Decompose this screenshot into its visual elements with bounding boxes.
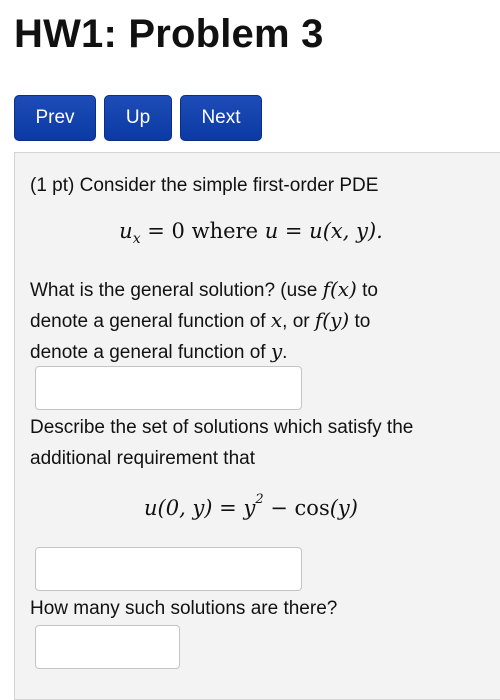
pde-lhs-subscript: x xyxy=(132,231,141,248)
answer-3-input[interactable] xyxy=(35,625,180,669)
question-2-line-1: Describe the set of solutions which sati… xyxy=(30,417,414,438)
q1-text-c: denote a general function of xyxy=(30,311,271,332)
question-1-line-2: denote a general function of x, or f(y) … xyxy=(30,305,370,337)
q1-text-e: to xyxy=(349,311,371,332)
q1-fy: f(y) xyxy=(314,308,350,332)
q1-text-d: , or xyxy=(282,311,315,332)
question-2-line-2: additional requirement that xyxy=(30,448,255,469)
condition-arg: (y) xyxy=(329,496,358,520)
question-3-text: How many such solutions are there? xyxy=(30,598,338,619)
question-1-line-3: denote a general function of y. xyxy=(30,336,287,368)
problem-intro: (1 pt) Consider the simple first-order P… xyxy=(30,175,379,196)
q1-fx: f(x) xyxy=(322,277,357,301)
question-1-line-1: What is the general solution? (use f(x) … xyxy=(30,274,378,306)
boundary-condition: u(0, y) = y2 − cos(y) xyxy=(15,492,487,520)
condition-lhs: u(0, y) = y xyxy=(144,496,256,520)
next-button[interactable]: Next xyxy=(180,95,262,141)
prev-button[interactable]: Prev xyxy=(14,95,96,141)
problem-panel: (1 pt) Consider the simple first-order P… xyxy=(14,152,500,700)
answer-1-input[interactable] xyxy=(35,366,302,410)
q1-text-b: to xyxy=(356,280,378,301)
page-title: HW1: Problem 3 xyxy=(14,12,324,56)
pde-lhs: u xyxy=(119,219,133,243)
q1-x: x xyxy=(270,308,283,332)
page: HW1: Problem 3 Prev Up Next (1 pt) Consi… xyxy=(0,0,500,700)
pde-rhs: = 0 xyxy=(147,219,185,243)
condition-cos: cos xyxy=(294,496,330,520)
pde-where: where xyxy=(191,219,259,243)
q1-text-a: What is the general solution? (use xyxy=(30,280,323,301)
q1-text-g: . xyxy=(282,342,288,363)
q1-text-f: denote a general function of xyxy=(30,342,271,363)
q1-y: y xyxy=(270,339,283,363)
up-button[interactable]: Up xyxy=(104,95,172,141)
answer-2-input[interactable] xyxy=(35,547,302,591)
pde-equation: ux = 0 where u = u(x, y). xyxy=(15,219,487,247)
condition-exponent: 2 xyxy=(255,492,264,507)
condition-minus: − xyxy=(263,496,295,520)
pde-definition: u = u(x, y). xyxy=(264,219,383,243)
